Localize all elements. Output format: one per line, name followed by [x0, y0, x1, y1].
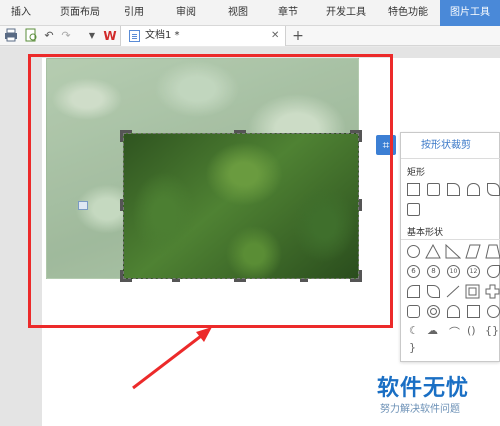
- annotation-arrow: [132, 327, 212, 390]
- watermark-subtitle: 努力解决软件问题: [380, 404, 460, 415]
- watermark-title: 软件无忧: [377, 376, 470, 401]
